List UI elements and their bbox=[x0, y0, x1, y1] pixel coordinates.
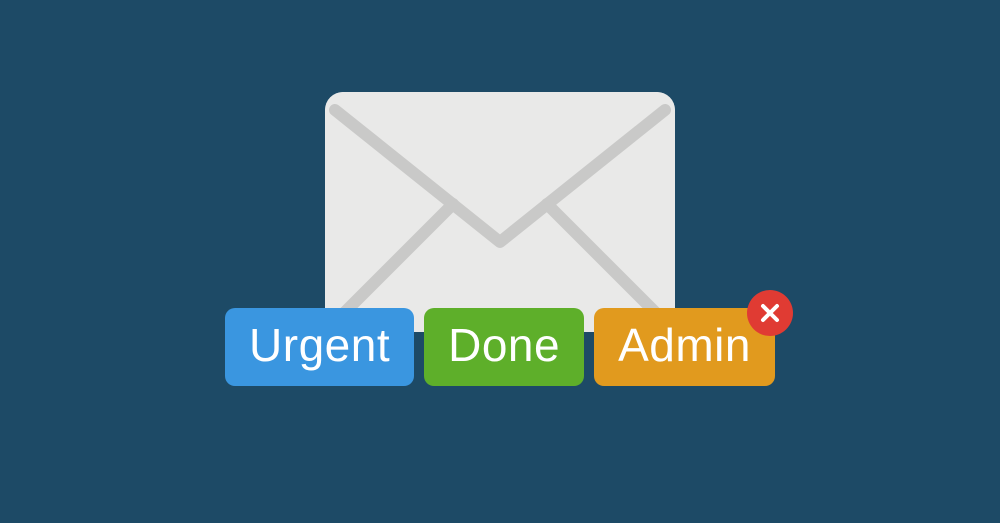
tag-label: Admin bbox=[618, 319, 751, 371]
tag-row: Urgent Done Admin bbox=[225, 308, 775, 386]
illustration-stage: Urgent Done Admin bbox=[150, 82, 850, 442]
tag-urgent[interactable]: Urgent bbox=[225, 308, 414, 386]
tag-admin[interactable]: Admin bbox=[594, 308, 775, 386]
tag-done[interactable]: Done bbox=[424, 308, 584, 386]
close-icon bbox=[760, 303, 780, 323]
envelope-svg bbox=[325, 92, 675, 332]
tag-label: Urgent bbox=[249, 319, 390, 371]
remove-tag-button[interactable] bbox=[747, 290, 793, 336]
envelope-icon bbox=[325, 92, 675, 332]
tag-label: Done bbox=[448, 319, 560, 371]
